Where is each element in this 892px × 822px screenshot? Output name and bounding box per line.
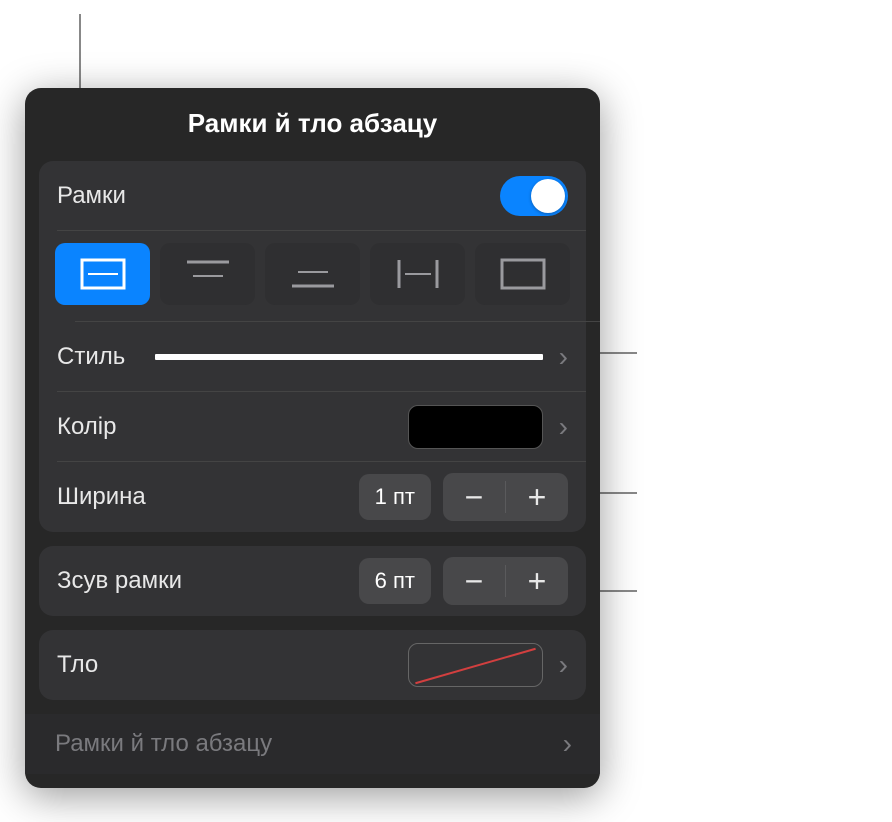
border-width-label: Ширина (57, 483, 146, 511)
border-pos-all[interactable] (55, 243, 150, 305)
border-width-value[interactable]: 1 пт (359, 474, 431, 520)
offset-section: Зсув рамки 6 пт − + (39, 546, 586, 616)
border-style-row[interactable]: Стиль › (39, 322, 586, 392)
width-decrement-button[interactable]: − (443, 473, 505, 521)
border-color-swatch[interactable] (408, 405, 543, 449)
offset-increment-button[interactable]: + (506, 557, 568, 605)
border-style-preview (155, 354, 542, 360)
border-style-label: Стиль (57, 343, 125, 371)
footer-link-row[interactable]: Рамки й тло абзацу › (25, 714, 600, 774)
background-swatch-none[interactable] (408, 643, 543, 687)
border-offset-row: Зсув рамки 6 пт − + (39, 546, 586, 616)
border-color-row[interactable]: Колір › (39, 392, 586, 462)
offset-decrement-button[interactable]: − (443, 557, 505, 605)
border-pos-bottom[interactable] (265, 243, 360, 305)
border-pos-box[interactable] (475, 243, 570, 305)
border-offset-stepper: − + (443, 557, 568, 605)
borders-toggle[interactable] (500, 176, 568, 216)
border-offset-value[interactable]: 6 пт (359, 558, 431, 604)
chevron-right-icon: › (563, 728, 572, 760)
borders-toggle-label: Рамки (57, 182, 126, 210)
callout-line-top (79, 14, 81, 97)
width-increment-button[interactable]: + (506, 473, 568, 521)
chevron-right-icon: › (559, 341, 568, 373)
border-pos-top[interactable] (160, 243, 255, 305)
border-pos-sides[interactable] (370, 243, 465, 305)
footer-link-label: Рамки й тло абзацу (55, 730, 272, 758)
border-width-row: Ширина 1 пт − + (39, 462, 586, 532)
toggle-knob (531, 179, 565, 213)
border-position-segmented (39, 231, 586, 321)
background-label: Тло (57, 651, 98, 679)
border-offset-label: Зсув рамки (57, 567, 182, 595)
border-width-stepper: − + (443, 473, 568, 521)
background-row[interactable]: Тло › (39, 630, 586, 700)
background-section: Тло › (39, 630, 586, 700)
chevron-right-icon: › (559, 649, 568, 681)
borders-toggle-row: Рамки (39, 161, 586, 231)
borders-background-panel: Рамки й тло абзацу Рамки (25, 88, 600, 788)
border-color-label: Колір (57, 413, 116, 441)
panel-title: Рамки й тло абзацу (25, 108, 600, 161)
borders-section: Рамки (39, 161, 586, 532)
chevron-right-icon: › (559, 411, 568, 443)
